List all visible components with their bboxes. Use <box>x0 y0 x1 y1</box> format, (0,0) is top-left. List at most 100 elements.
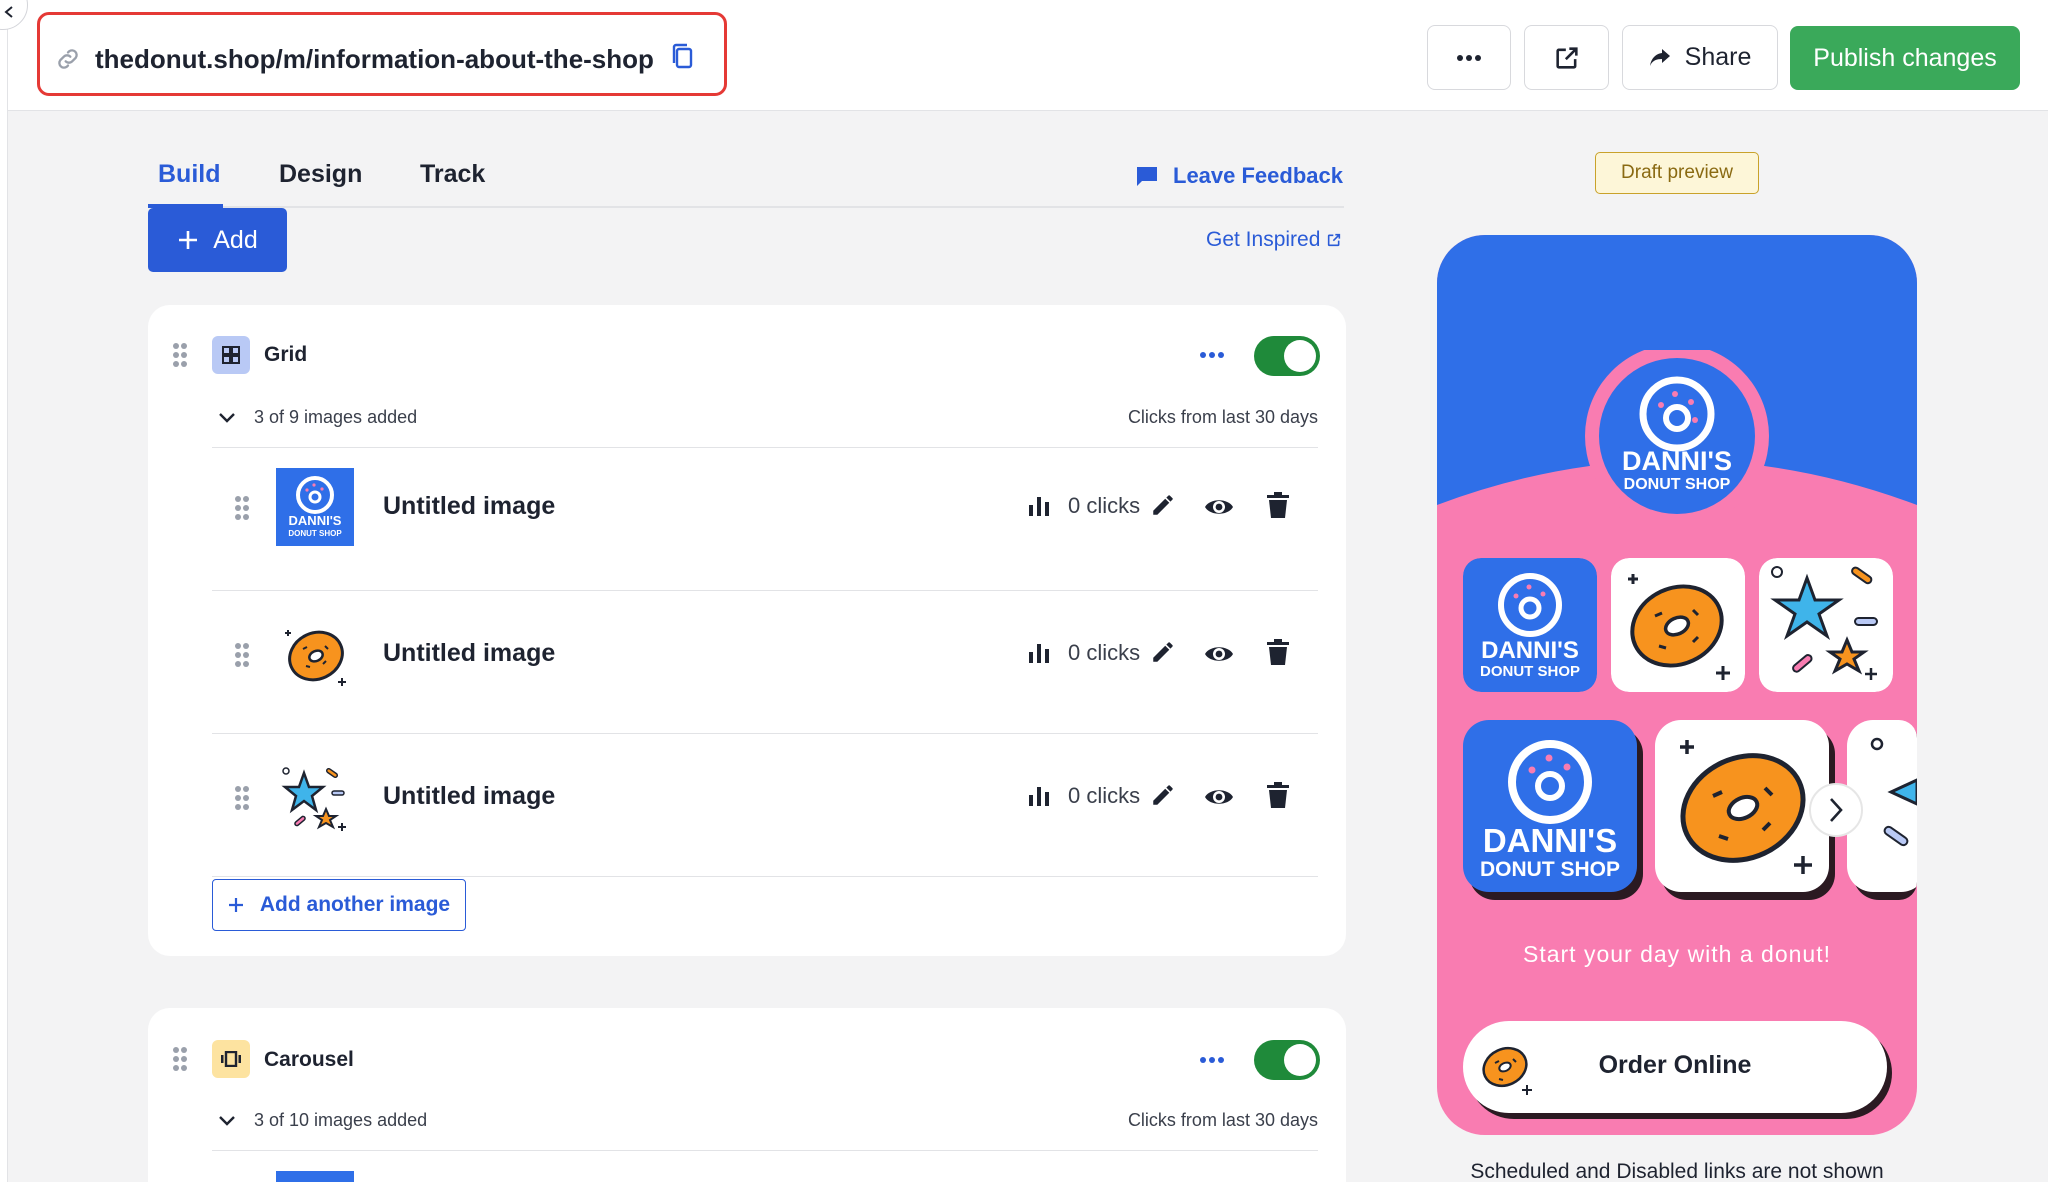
svg-text:DANNI'S: DANNI'S <box>289 513 342 528</box>
chat-bubble-icon <box>1137 167 1157 186</box>
grid-tile-donut[interactable] <box>1611 558 1745 692</box>
add-another-image-button[interactable]: Add another image <box>212 879 466 931</box>
order-online-label: Order Online <box>1598 1051 1752 1079</box>
chevron-down-icon <box>219 1115 235 1126</box>
get-inspired-label: Get Inspired <box>1206 228 1321 251</box>
page-url-box: thedonut.shop/m/information-about-the-sh… <box>37 12 727 96</box>
eye-icon[interactable] <box>1204 497 1234 517</box>
drag-handle-icon[interactable] <box>234 785 250 811</box>
logo-line2: DONUT SHOP <box>1624 476 1731 493</box>
clicks-count: 0 clicks <box>1068 783 1141 808</box>
bar-chart-icon <box>1029 497 1049 516</box>
dannis-donut-shop-logo: DANNI'S DONUT SHOP <box>1585 350 1769 522</box>
order-online-button[interactable]: Order Online <box>1463 1021 1887 1113</box>
clicks-caption: Clicks from last 30 days <box>1127 1110 1318 1130</box>
carousel-block-expander[interactable]: 3 of 10 images added <box>218 1110 427 1131</box>
get-inspired-link[interactable]: Get Inspired <box>1206 228 1342 252</box>
grid-block-card: Grid 3 of 9 images added Clicks from las… <box>148 305 1346 956</box>
phone-preview: DANNI'S DONUT SHOP DANNI'S DONUT SHOP DA… <box>1437 235 1917 1135</box>
logo-line1: DANNI'S <box>1622 446 1732 476</box>
grid-block-expander[interactable]: 3 of 9 images added <box>218 407 417 428</box>
item-clicks: 0 clicks <box>1028 493 1140 519</box>
more-horizontal-icon <box>1457 54 1481 61</box>
carousel-slide-donut[interactable] <box>1655 720 1835 900</box>
bar-chart-icon <box>1029 644 1049 663</box>
profile-tagline: Start your day with a donut! <box>1523 941 1831 967</box>
grid-tile-stars[interactable] <box>1759 558 1893 692</box>
item-title: Untitled image <box>383 639 556 667</box>
clicks-caption: Clicks from last 30 days <box>1127 407 1318 427</box>
page-url[interactable]: thedonut.shop/m/information-about-the-sh… <box>95 44 654 75</box>
drag-handle-icon[interactable] <box>172 342 188 368</box>
carousel-icon <box>212 1040 250 1078</box>
tabs-divider <box>148 206 1344 208</box>
leave-feedback-label: Leave Feedback <box>1173 163 1343 188</box>
external-link-small-icon <box>1328 233 1341 247</box>
add-block-button[interactable]: Add <box>148 208 287 272</box>
tab-build[interactable]: Build <box>158 160 221 189</box>
item-clicks: 0 clicks <box>1028 640 1140 666</box>
drag-handle-icon[interactable] <box>234 642 250 668</box>
grid-item-row[interactable]: DANNI'S DONUT SHOP Untitled image 0 clic… <box>212 447 1318 590</box>
item-title: Untitled image <box>383 492 556 520</box>
carousel-next-button[interactable] <box>1809 783 1863 837</box>
share-button[interactable]: Share <box>1622 25 1778 90</box>
edit-pencil-icon[interactable] <box>1150 782 1176 808</box>
carousel-block-menu-icon[interactable] <box>1200 1057 1224 1063</box>
item-clicks: 0 clicks <box>1028 783 1140 809</box>
chevron-left-icon <box>4 6 13 18</box>
publish-changes-button[interactable]: Publish changes <box>1790 26 2020 90</box>
slide-logo-line2: DONUT SHOP <box>1480 858 1620 881</box>
more-options-button[interactable] <box>1427 25 1511 90</box>
trash-icon[interactable] <box>1267 492 1289 518</box>
grid-item-row[interactable]: Untitled image 0 clicks <box>212 733 1318 876</box>
chevron-down-icon <box>219 412 235 423</box>
plus-icon <box>179 231 198 249</box>
carousel-block-toggle[interactable] <box>1254 1040 1320 1080</box>
tab-design[interactable]: Design <box>279 160 362 189</box>
tab-track[interactable]: Track <box>420 160 485 189</box>
grid-block-menu-icon[interactable] <box>1200 352 1224 358</box>
slide-logo-line1: DANNI'S <box>1483 822 1617 859</box>
grid-item-row[interactable]: Untitled image 0 clicks <box>212 590 1318 733</box>
share-arrow-icon <box>1649 48 1670 66</box>
external-link-icon <box>1555 46 1578 69</box>
grid-icon <box>212 336 250 374</box>
eye-icon[interactable] <box>1204 787 1234 807</box>
clicks-count: 0 clicks <box>1068 640 1141 665</box>
carousel-item-row[interactable] <box>212 1150 1318 1182</box>
drag-handle-icon[interactable] <box>234 495 250 521</box>
chevron-right-icon <box>1830 798 1843 822</box>
svg-text:DONUT SHOP: DONUT SHOP <box>288 529 342 538</box>
edit-pencil-icon[interactable] <box>1150 492 1176 518</box>
donut-thumbnail <box>285 630 346 686</box>
left-edge-panel <box>0 0 8 1182</box>
eye-icon[interactable] <box>1204 644 1234 664</box>
grid-image-count: 3 of 9 images added <box>254 407 418 427</box>
carousel-slide-logo[interactable]: DANNI'S DONUT SHOP <box>1463 720 1643 900</box>
link-icon <box>58 49 78 69</box>
carousel-image-count: 3 of 10 images added <box>254 1110 428 1130</box>
bar-chart-icon <box>1029 787 1049 806</box>
open-external-button[interactable] <box>1524 25 1609 90</box>
tile-logo-line2: DONUT SHOP <box>1480 663 1580 680</box>
share-label: Share <box>1684 43 1752 71</box>
row-divider <box>212 876 1318 877</box>
carousel-thumbnail <box>276 1171 354 1182</box>
trash-icon[interactable] <box>1267 782 1289 808</box>
copy-icon[interactable] <box>670 42 696 72</box>
stars-sprinkles-thumbnail <box>281 767 346 831</box>
edit-pencil-icon[interactable] <box>1150 639 1176 665</box>
leave-feedback-link[interactable]: Leave Feedback <box>1135 163 1343 189</box>
grid-block-toggle[interactable] <box>1254 336 1320 376</box>
draft-preview-badge: Draft preview <box>1595 152 1759 194</box>
trash-icon[interactable] <box>1267 639 1289 665</box>
grid-block-title: Grid <box>264 343 308 366</box>
carousel-block-title: Carousel <box>264 1048 354 1071</box>
top-bar: thedonut.shop/m/information-about-the-sh… <box>0 0 2048 111</box>
preview-footer-note: Scheduled and Disabled links are not sho… <box>1470 1160 1884 1182</box>
grid-tile-logo[interactable]: DANNI'S DONUT SHOP <box>1463 558 1597 692</box>
drag-handle-icon[interactable] <box>172 1046 188 1072</box>
add-label: Add <box>213 225 258 254</box>
carousel-block-card: Carousel 3 of 10 images added Clicks fro… <box>148 1008 1346 1182</box>
